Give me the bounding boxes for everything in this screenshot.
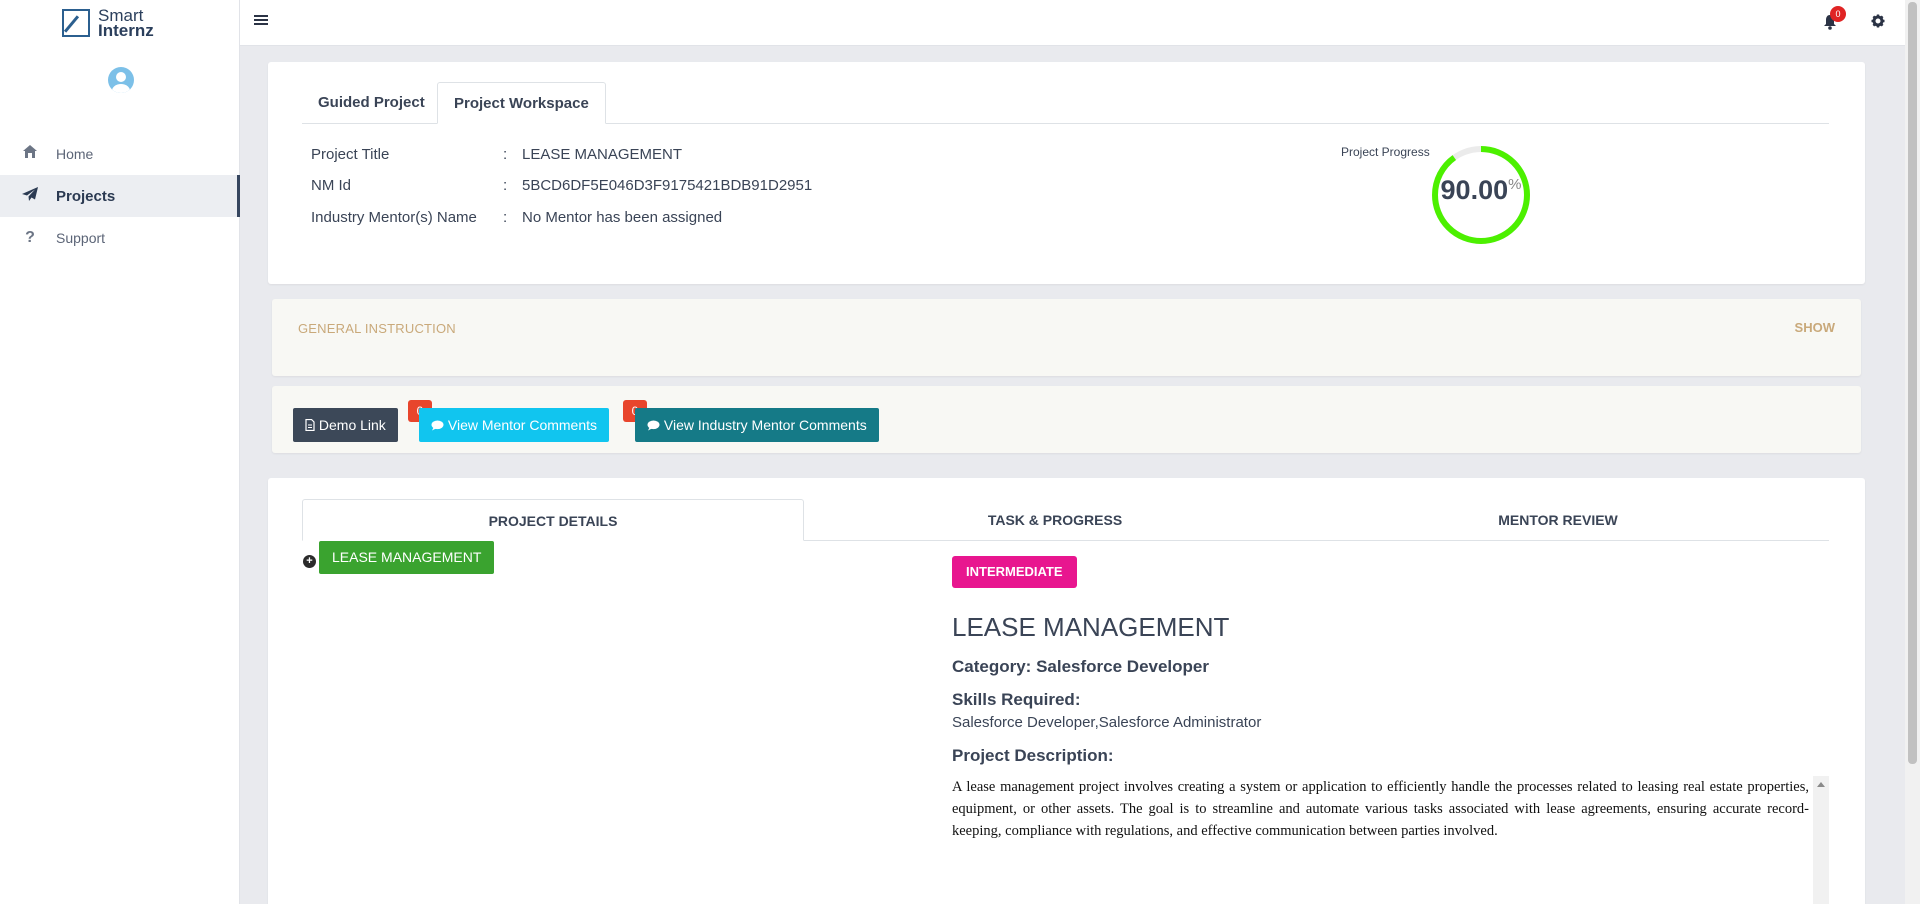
paper-plane-icon xyxy=(17,186,43,207)
sidebar-item-home[interactable]: Home xyxy=(0,133,240,175)
sidebar: Smart Internz Home Projects ? Support xyxy=(0,0,240,904)
details-tabs: PROJECT DETAILS TASK & PROGRESS MENTOR R… xyxy=(302,499,1829,541)
sidebar-item-support[interactable]: ? Support xyxy=(0,217,240,259)
view-industry-mentor-comments-button[interactable]: View Industry Mentor Comments xyxy=(635,408,879,442)
sidebar-item-label: Projects xyxy=(56,187,116,205)
brand-logo[interactable]: Smart Internz xyxy=(62,7,154,40)
tab-mentor-review[interactable]: MENTOR REVIEW xyxy=(1307,499,1809,541)
top-bar: 0 xyxy=(240,0,1905,46)
menu-toggle-icon[interactable] xyxy=(254,13,268,27)
file-icon xyxy=(305,417,319,433)
tree-node-lease-management-button[interactable]: LEASE MANAGEMENT xyxy=(319,541,495,574)
show-instruction-toggle[interactable]: SHOW xyxy=(1795,320,1835,335)
project-category: Category: Salesforce Developer xyxy=(952,657,1209,676)
sidebar-item-label: Support xyxy=(56,230,106,246)
notification-count-badge: 0 xyxy=(1830,6,1846,22)
comment-icon xyxy=(431,417,448,433)
description-text: A lease management project involves crea… xyxy=(952,779,1809,839)
demo-link-button[interactable]: Demo Link xyxy=(293,408,398,442)
logo-icon xyxy=(62,9,90,37)
general-instruction-panel: GENERAL INSTRUCTION SHOW xyxy=(272,299,1861,376)
level-badge: INTERMEDIATE xyxy=(952,556,1077,588)
mentor-label: Industry Mentor(s) Name xyxy=(311,209,477,226)
project-heading: LEASE MANAGEMENT xyxy=(952,612,1230,642)
gear-icon[interactable] xyxy=(1871,14,1885,32)
nm-id-label: NM Id xyxy=(311,177,352,194)
nm-id-value: 5BCD6DF5E046D3F9175421BDB91D2951 xyxy=(522,177,813,194)
tab-project-workspace[interactable]: Project Workspace xyxy=(437,82,606,124)
expand-plus-icon[interactable]: + xyxy=(303,555,316,568)
progress-label: Project Progress xyxy=(1341,145,1430,159)
separator: : xyxy=(503,146,508,163)
description-scrollbar[interactable] xyxy=(1813,776,1829,904)
scroll-up-arrow-icon[interactable] xyxy=(1817,782,1825,787)
sidebar-item-projects[interactable]: Projects xyxy=(0,175,240,217)
page-scrollbar[interactable] xyxy=(1905,0,1920,904)
description-heading: Project Description: xyxy=(952,746,1114,765)
workspace-tabs: Guided Project Project Workspace xyxy=(302,82,1829,124)
separator: : xyxy=(503,177,508,194)
project-details-card: PROJECT DETAILS TASK & PROGRESS MENTOR R… xyxy=(268,478,1865,904)
separator: : xyxy=(503,209,508,226)
scrollbar-thumb[interactable] xyxy=(1908,2,1917,764)
skills-value: Salesforce Developer,Salesforce Administ… xyxy=(952,714,1262,731)
actions-panel: Demo Link 0 View Mentor Comments 0 View … xyxy=(272,386,1861,453)
view-mentor-comments-button[interactable]: View Mentor Comments xyxy=(419,408,610,442)
tab-guided-project[interactable]: Guided Project xyxy=(302,82,441,124)
brand-line2: Internz xyxy=(98,21,154,40)
description-box: A lease management project involves crea… xyxy=(952,776,1829,904)
project-title-value: LEASE MANAGEMENT xyxy=(522,146,683,163)
tab-project-details[interactable]: PROJECT DETAILS xyxy=(302,499,804,541)
sidebar-item-label: Home xyxy=(56,146,94,162)
project-info-card: Guided Project Project Workspace Project… xyxy=(268,62,1865,284)
general-instruction-title: GENERAL INSTRUCTION xyxy=(298,321,456,336)
avatar[interactable] xyxy=(108,67,134,93)
mentor-value: No Mentor has been assigned xyxy=(522,209,723,226)
progress-value: 90.00% xyxy=(1440,175,1522,205)
comment-icon xyxy=(647,417,664,433)
project-title-label: Project Title xyxy=(311,146,390,163)
tab-task-progress[interactable]: TASK & PROGRESS xyxy=(804,499,1306,541)
home-icon xyxy=(17,144,43,164)
question-icon: ? xyxy=(25,229,35,246)
skills-heading: Skills Required: xyxy=(952,690,1081,709)
